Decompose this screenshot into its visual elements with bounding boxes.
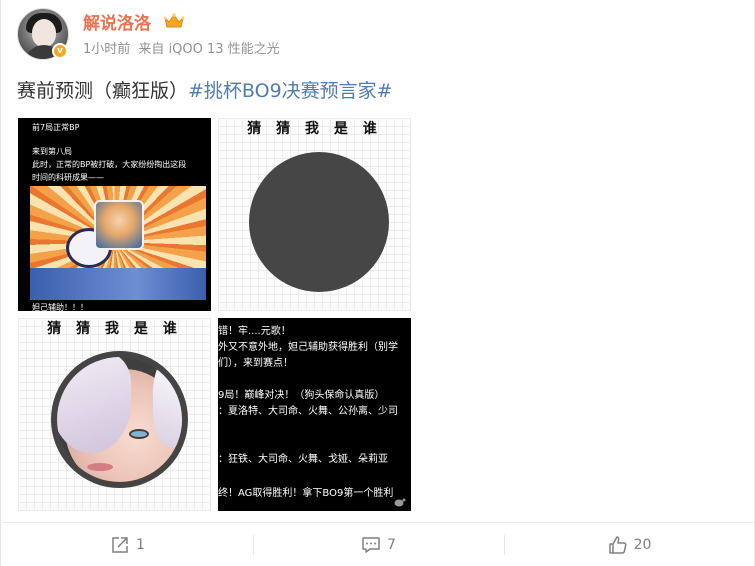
image-4-line: ：狂铁、大司命、火舞、戈娅、朵莉亚 xyxy=(218,454,388,465)
hashtag-link[interactable]: #挑杯BO9决赛预言家# xyxy=(188,80,393,102)
portrait-hair-right xyxy=(153,357,182,447)
blue-sleeve-graphic xyxy=(30,268,206,300)
image-4-line: 9局！巅峰对决！（狗头保命认真版） xyxy=(218,390,385,401)
username[interactable]: 解说洛洛 xyxy=(83,9,151,34)
share-count: 1 xyxy=(136,536,145,553)
verified-badge-icon: v xyxy=(52,43,68,59)
weibo-post-card: v 解说洛洛 1小时前 来自 iQOO 13 性能之光 赛前预测（癫狂版）#挑杯… xyxy=(0,0,755,566)
guess-title: 猜 猜 我 是 谁 xyxy=(247,121,382,137)
share-icon xyxy=(112,536,128,553)
post-image-3[interactable]: 猜 猜 我 是 谁 xyxy=(18,318,211,511)
image-1-line: 时间的科研成果—— xyxy=(32,173,104,182)
post-text-body: 赛前预测（癫狂版） xyxy=(17,80,189,102)
action-bar: 1 7 20 xyxy=(2,523,755,566)
hero-portrait-graphic xyxy=(94,200,144,250)
image-4-line: 终！AG取得胜利！拿下BO9第一个胜利 xyxy=(218,488,394,499)
vip-crown-icon xyxy=(163,13,185,28)
thumbs-up-icon xyxy=(608,535,627,554)
image-4-line: 外又不意外地，妲己辅助获得胜利（别学 xyxy=(218,342,398,353)
avatar-face xyxy=(32,19,56,47)
like-count: 20 xyxy=(633,536,652,553)
hero-portrait-circle xyxy=(51,351,188,488)
silhouette-circle xyxy=(249,152,389,292)
image-4-line: 们），来到赛点！ xyxy=(218,358,293,369)
comment-count: 7 xyxy=(387,536,396,553)
post-image-4[interactable]: 错！牢....元歌！ 外又不意外地，妲己辅助获得胜利（别学 们），来到赛点！ 9… xyxy=(218,318,411,511)
comment-icon xyxy=(362,536,380,553)
image-1-line: 此时，正常的BP被打破，大家纷纷掏出这段 xyxy=(32,160,187,169)
post-meta: 1小时前 来自 iQOO 13 性能之光 xyxy=(83,38,284,57)
image-1-line: 来到第八局 xyxy=(32,147,72,156)
share-button[interactable]: 1 xyxy=(2,523,253,566)
portrait-hair-left xyxy=(57,357,131,453)
guess-title: 猜 猜 我 是 谁 xyxy=(47,321,182,337)
portrait-eye xyxy=(129,429,149,439)
like-button[interactable]: 20 xyxy=(504,523,755,566)
post-source: 来自 iQOO 13 性能之光 xyxy=(138,42,280,57)
post-image-1[interactable]: 前7局正常BP 来到第八局 此时，正常的BP被打破，大家纷纷掏出这段 时间的科研… xyxy=(18,118,211,311)
portrait-lip xyxy=(87,463,113,471)
weibo-watermark-icon xyxy=(394,498,406,507)
image-1-line: 妲己辅助！！！ xyxy=(32,303,88,311)
image-1-line: 前7局正常BP xyxy=(32,123,80,132)
comment-button[interactable]: 7 xyxy=(253,523,504,566)
image-4-line: 错！牢....元歌！ xyxy=(218,326,291,337)
post-image-2[interactable]: 猜 猜 我 是 谁 xyxy=(218,118,411,311)
image-4-line: ：夏洛特、大司命、火舞、公孙离、少司 xyxy=(218,406,398,417)
post-time[interactable]: 1小时前 xyxy=(83,42,130,57)
post-text: 赛前预测（癫狂版）#挑杯BO9决赛预言家# xyxy=(17,76,393,103)
